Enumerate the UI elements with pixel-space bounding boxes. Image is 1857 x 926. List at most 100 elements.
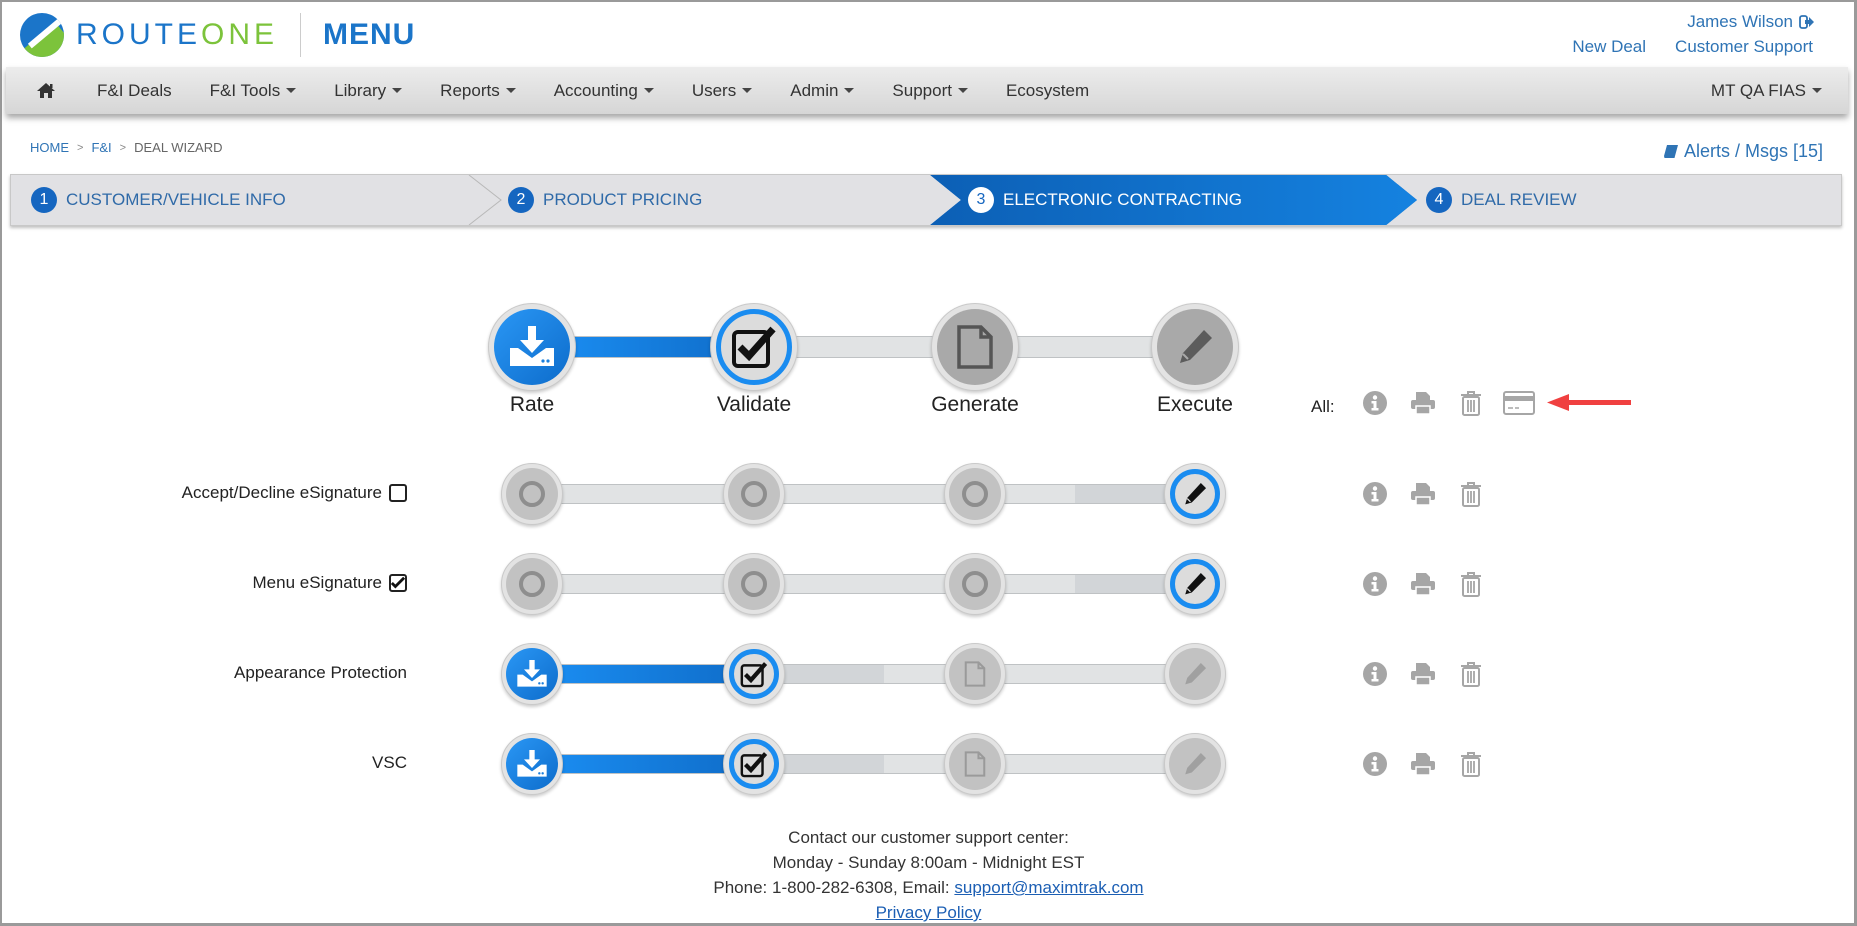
privacy-policy-link[interactable]: Privacy Policy	[876, 903, 982, 922]
pending-circle-icon	[741, 571, 767, 597]
user-name[interactable]: James Wilson	[1687, 12, 1793, 32]
row-stage-execute-button[interactable]	[1164, 643, 1226, 705]
logo-product-name: MENU	[323, 18, 416, 51]
pending-circle-icon	[962, 481, 988, 507]
nav-home[interactable]	[6, 82, 78, 99]
row-info-button[interactable]	[1351, 572, 1399, 596]
logo-route: ROUTE	[76, 18, 201, 51]
routeone-logo[interactable]: ROUTEONE MENU	[20, 12, 415, 58]
footer: Contact our customer support center: Mon…	[0, 825, 1857, 925]
all-print-button[interactable]	[1399, 391, 1447, 415]
caret-down-icon	[643, 88, 654, 93]
row-stage-execute-button[interactable]	[1164, 553, 1226, 615]
nav-fi-deals[interactable]: F&I Deals	[78, 81, 191, 101]
stage-label-execute: Execute	[1157, 393, 1233, 416]
wizard-step-3[interactable]: 3 ELECTRONIC CONTRACTING	[968, 175, 1242, 225]
dealer-selector[interactable]: MT QA FIAS	[1692, 81, 1848, 101]
row-stage-rate-button[interactable]	[501, 643, 563, 705]
stage-validate-button[interactable]	[710, 303, 798, 391]
logout-icon[interactable]	[1799, 15, 1815, 29]
document-icon	[964, 661, 986, 687]
header-links: New Deal Customer Support	[1572, 37, 1813, 57]
row-print-button[interactable]	[1399, 752, 1447, 776]
stage-execute-button[interactable]	[1151, 303, 1239, 391]
nav-accounting[interactable]: Accounting	[535, 81, 673, 101]
document-icon	[957, 325, 993, 369]
footer-phone-line: Phone: 1-800-282-6308, Email: support@ma…	[0, 875, 1857, 900]
row-stage-validate-button[interactable]	[723, 553, 785, 615]
all-info-button[interactable]	[1351, 391, 1399, 415]
row-print-button[interactable]	[1399, 572, 1447, 596]
row-print-button[interactable]	[1399, 482, 1447, 506]
customer-support-link[interactable]: Customer Support	[1675, 37, 1813, 57]
row-info-button[interactable]	[1351, 752, 1399, 776]
breadcrumb-current: DEAL WIZARD	[134, 140, 223, 155]
breadcrumb-fi[interactable]: F&I	[91, 140, 111, 155]
row-stage-generate-button[interactable]	[944, 463, 1006, 525]
nav-support[interactable]: Support	[873, 81, 987, 101]
trash-icon	[1461, 391, 1481, 416]
pending-circle-icon	[741, 481, 767, 507]
esignature-checkbox[interactable]	[389, 574, 407, 592]
pending-circle-icon	[962, 571, 988, 597]
user-menu[interactable]: James Wilson	[1687, 12, 1815, 32]
new-deal-link[interactable]: New Deal	[1572, 37, 1646, 57]
row-stage-rate-button[interactable]	[501, 463, 563, 525]
nav-library[interactable]: Library	[315, 81, 421, 101]
row-stage-generate-button[interactable]	[944, 643, 1006, 705]
row-progress-partial	[774, 665, 884, 683]
all-payment-button[interactable]	[1495, 391, 1543, 415]
esignature-checkbox[interactable]	[389, 484, 407, 502]
row-progress-track	[552, 574, 1195, 594]
row-stage-validate-button[interactable]	[723, 463, 785, 525]
row-delete-button[interactable]	[1447, 571, 1495, 597]
footer-phone: Phone: 1-800-282-6308, Email:	[713, 878, 955, 897]
caret-down-icon	[844, 88, 855, 93]
info-icon	[1363, 572, 1387, 596]
caret-down-icon	[957, 88, 968, 93]
logo-mark-icon	[20, 13, 64, 57]
stage-label-generate: Generate	[931, 393, 1019, 416]
row-stage-execute-button[interactable]	[1164, 463, 1226, 525]
breadcrumb-home[interactable]: HOME	[30, 140, 69, 155]
row-info-button[interactable]	[1351, 662, 1399, 686]
nav-label: Accounting	[553, 80, 638, 100]
row-stage-generate-button[interactable]	[944, 553, 1006, 615]
row-delete-button[interactable]	[1447, 751, 1495, 777]
row-stage-execute-button[interactable]	[1164, 733, 1226, 795]
row-delete-button[interactable]	[1447, 661, 1495, 687]
stage-generate-button[interactable]	[931, 303, 1019, 391]
all-label: All:	[1311, 397, 1335, 416]
row-stage-rate-button[interactable]	[501, 733, 563, 795]
dealer-name: MT QA FIAS	[1710, 80, 1806, 100]
step-number: 1	[31, 187, 57, 213]
nav-label: F&I Tools	[209, 80, 281, 100]
all-delete-button[interactable]	[1447, 390, 1495, 416]
nav-ecosystem[interactable]: Ecosystem	[987, 81, 1108, 101]
info-icon	[1363, 482, 1387, 506]
row-delete-button[interactable]	[1447, 481, 1495, 507]
row-info-button[interactable]	[1351, 482, 1399, 506]
nav-users[interactable]: Users	[673, 81, 771, 101]
printer-icon	[1411, 663, 1435, 686]
support-email-link[interactable]: support@maximtrak.com	[954, 878, 1143, 897]
trash-icon	[1461, 572, 1481, 597]
row-stage-generate-button[interactable]	[944, 733, 1006, 795]
deal-wizard-steps: 1 CUSTOMER/VEHICLE INFO 2 PRODUCT PRICING …	[10, 174, 1842, 226]
nav-reports[interactable]: Reports	[421, 81, 535, 101]
wizard-step-1[interactable]: 1 CUSTOMER/VEHICLE INFO	[31, 175, 286, 225]
all-actions	[1351, 390, 1543, 416]
nav-label: Ecosystem	[1005, 80, 1090, 100]
row-stage-validate-button[interactable]	[723, 733, 785, 795]
wizard-step-4[interactable]: 4 DEAL REVIEW	[1426, 175, 1577, 225]
pending-circle-icon	[519, 481, 545, 507]
nav-fi-tools[interactable]: F&I Tools	[191, 81, 316, 101]
wizard-step-2[interactable]: 2 PRODUCT PRICING	[508, 175, 702, 225]
stage-rate-button[interactable]	[488, 303, 576, 391]
row-stage-validate-button[interactable]	[723, 643, 785, 705]
row-stage-rate-button[interactable]	[501, 553, 563, 615]
alerts-link[interactable]: Alerts / Msgs [15]	[1663, 141, 1823, 162]
row-print-button[interactable]	[1399, 662, 1447, 686]
row-progress-partial	[774, 755, 884, 773]
nav-admin[interactable]: Admin	[771, 81, 873, 101]
